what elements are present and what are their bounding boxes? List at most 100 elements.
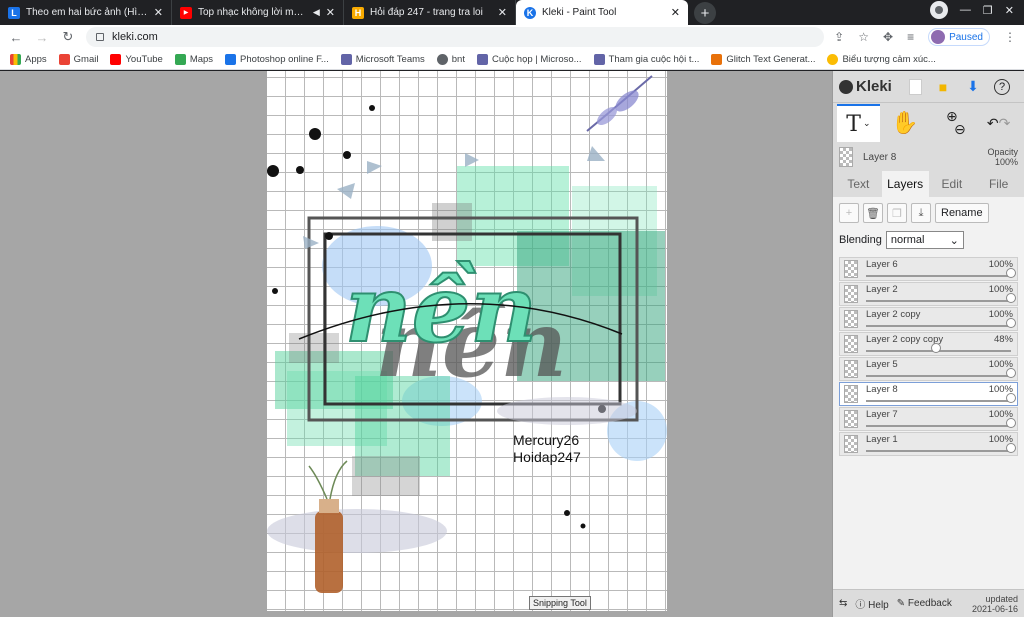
layer-name: Layer 7 [866, 409, 898, 420]
slider-handle[interactable] [1006, 418, 1016, 428]
layer-thumbnail [844, 410, 858, 428]
slider-handle[interactable] [1006, 268, 1016, 278]
minimize-icon[interactable]: — [960, 4, 971, 16]
layer-opacity-slider[interactable] [866, 393, 1016, 403]
open-folder-icon[interactable]: ■ [934, 78, 952, 96]
delete-layer-icon[interactable]: 🗑 [863, 203, 883, 223]
layer-opacity-slider[interactable] [866, 293, 1016, 303]
forward-arrow-icon[interactable]: → [34, 30, 50, 45]
tab-layers[interactable]: Layers [881, 171, 929, 197]
add-layer-icon[interactable]: + [839, 203, 859, 223]
kleki-side-panel: Kleki ■ ⬇ ? T ⌄ ✋ ⊕ ⊖ ↶ ↷ Layer 8 Opacity… [832, 71, 1024, 617]
bookmark-star-icon[interactable]: ☆ [858, 30, 869, 44]
layer-row[interactable]: Layer 2 copy 100% [839, 307, 1018, 331]
tab-title: Hỏi đáp 247 - trang tra loi [370, 7, 483, 18]
extensions-puzzle-icon[interactable]: ✥ [883, 30, 893, 44]
layer-row[interactable]: Layer 5 100% [839, 357, 1018, 381]
download-icon[interactable]: ⬇ [964, 78, 982, 96]
panel-tabs: Text Layers Edit File [833, 171, 1024, 197]
tab-title: Kleki - Paint Tool [542, 7, 617, 18]
layer-thumbnail [839, 147, 853, 167]
bookmark-youtube[interactable]: YouTube [110, 53, 163, 65]
tab-close-icon[interactable]: ✕ [326, 6, 335, 19]
layer-row[interactable]: Layer 1 100% [839, 432, 1018, 456]
layer-row[interactable]: Layer 8 100% [839, 382, 1018, 406]
help-circle-icon[interactable]: ? [994, 78, 1010, 95]
zoom-out-icon[interactable]: ⊖ [954, 122, 966, 136]
duplicate-layer-icon[interactable]: ❐ [887, 203, 907, 223]
close-window-icon[interactable]: ✕ [1005, 4, 1014, 17]
reading-list-icon[interactable]: ≡ [907, 30, 914, 44]
undo-icon[interactable]: ↶ [987, 115, 999, 132]
more-menu-icon[interactable]: ⋮ [1004, 30, 1016, 44]
tab-file[interactable]: File [975, 171, 1022, 197]
browser-tab-1[interactable]: L Theo em hai bức ảnh (Hình 65 và ✕ [0, 0, 172, 25]
opacity-readout: Opacity 100% [987, 147, 1018, 167]
bookmark-emoji[interactable]: Biểu tượng cảm xúc... [827, 53, 936, 65]
hand-tool-icon[interactable]: ✋ [884, 104, 927, 142]
panel-header: Kleki ■ ⬇ ? [833, 71, 1024, 103]
bookmark-gmail[interactable]: Gmail [58, 53, 98, 65]
bookmark-teams-join[interactable]: Tham gia cuộc hội t... [593, 53, 699, 65]
bookmark-maps[interactable]: Maps [174, 53, 213, 65]
maximize-icon[interactable]: ❐ [983, 4, 993, 17]
slider-handle[interactable] [1006, 293, 1016, 303]
help-link[interactable]: ⓘ Help [855, 596, 888, 611]
chrome-menu-icon[interactable] [929, 1, 948, 19]
drawing-canvas[interactable]: nền nền Mercury26 Hoidap247 Snipping Too… [267, 71, 667, 611]
text-tool-icon[interactable]: T ⌄ [837, 104, 880, 142]
redo-icon[interactable]: ↷ [999, 115, 1011, 132]
profile-button[interactable]: Paused [928, 28, 990, 46]
layer-opacity-slider[interactable] [866, 443, 1016, 453]
feedback-link[interactable]: ✎ Feedback [897, 598, 952, 609]
back-arrow-icon[interactable]: ← [8, 30, 24, 45]
slider-handle[interactable] [1006, 443, 1016, 453]
blending-select[interactable]: normal ⌄ [885, 231, 964, 249]
share-icon[interactable]: ⇪ [834, 30, 844, 44]
kleki-favicon-icon: K [524, 6, 536, 19]
tab-edit[interactable]: Edit [929, 171, 976, 197]
bookmark-bnt[interactable]: bnt [436, 53, 465, 65]
swap-sides-icon[interactable]: ⇆ [839, 598, 847, 609]
slider-handle[interactable] [1006, 318, 1016, 328]
teams-icon [476, 53, 488, 65]
layer-name: Layer 2 copy copy [866, 334, 944, 345]
layer-thumbnail [844, 385, 858, 403]
address-bar[interactable]: kleki.com [86, 27, 825, 47]
layer-row[interactable]: Layer 6 100% [839, 257, 1018, 281]
layer-opacity-slider[interactable] [866, 318, 1016, 328]
tab-close-icon[interactable]: ✕ [671, 6, 680, 19]
slider-handle[interactable] [1006, 393, 1016, 403]
canvas-workspace[interactable]: nền nền Mercury26 Hoidap247 Snipping Too… [0, 71, 832, 617]
layer-thumbnail [844, 310, 858, 328]
bookmark-photoshop[interactable]: Photoshop online F... [225, 53, 329, 65]
new-tab-button[interactable]: + [694, 2, 716, 24]
tab-close-icon[interactable]: ✕ [154, 6, 163, 19]
layer-opacity-slider[interactable] [866, 418, 1016, 428]
tab-close-icon[interactable]: ✕ [498, 6, 507, 19]
new-image-icon[interactable] [909, 78, 922, 95]
bookmark-teams[interactable]: Microsoft Teams [340, 53, 425, 65]
bookmark-apps[interactable]: Apps [10, 53, 47, 65]
layer-row[interactable]: Layer 7 100% [839, 407, 1018, 431]
layer-row[interactable]: Layer 2 copy copy 48% [839, 332, 1018, 356]
bookmark-teams-meeting[interactable]: Cuộc họp | Microso... [476, 53, 582, 65]
layer-opacity-slider[interactable] [866, 343, 1011, 353]
bookmark-glitch-text[interactable]: Glitch Text Generat... [711, 53, 815, 65]
merge-down-icon[interactable]: ⤓ [911, 203, 931, 223]
tab-text[interactable]: Text [835, 171, 882, 197]
slider-handle[interactable] [930, 343, 941, 353]
layer-row[interactable]: Layer 2 100% [839, 282, 1018, 306]
gmail-icon [58, 53, 70, 65]
rename-button[interactable]: Rename [935, 203, 989, 223]
layer-opacity-slider[interactable] [866, 368, 1016, 378]
slider-handle[interactable] [1006, 368, 1016, 378]
browser-tab-2[interactable]: ▶ Top nhạc không lời mới nhất ◀ ✕ [172, 0, 344, 25]
speaker-icon[interactable]: ◀ [313, 7, 320, 18]
browser-tab-bar: L Theo em hai bức ảnh (Hình 65 và ✕ ▶ To… [0, 0, 1024, 25]
browser-tab-4[interactable]: K Kleki - Paint Tool ✕ [516, 0, 688, 25]
reload-icon[interactable]: ↻ [60, 29, 76, 45]
layer-opacity-slider[interactable] [866, 268, 1016, 278]
browser-tab-3[interactable]: H Hỏi đáp 247 - trang tra loi ✕ [344, 0, 516, 25]
avatar [931, 30, 946, 44]
